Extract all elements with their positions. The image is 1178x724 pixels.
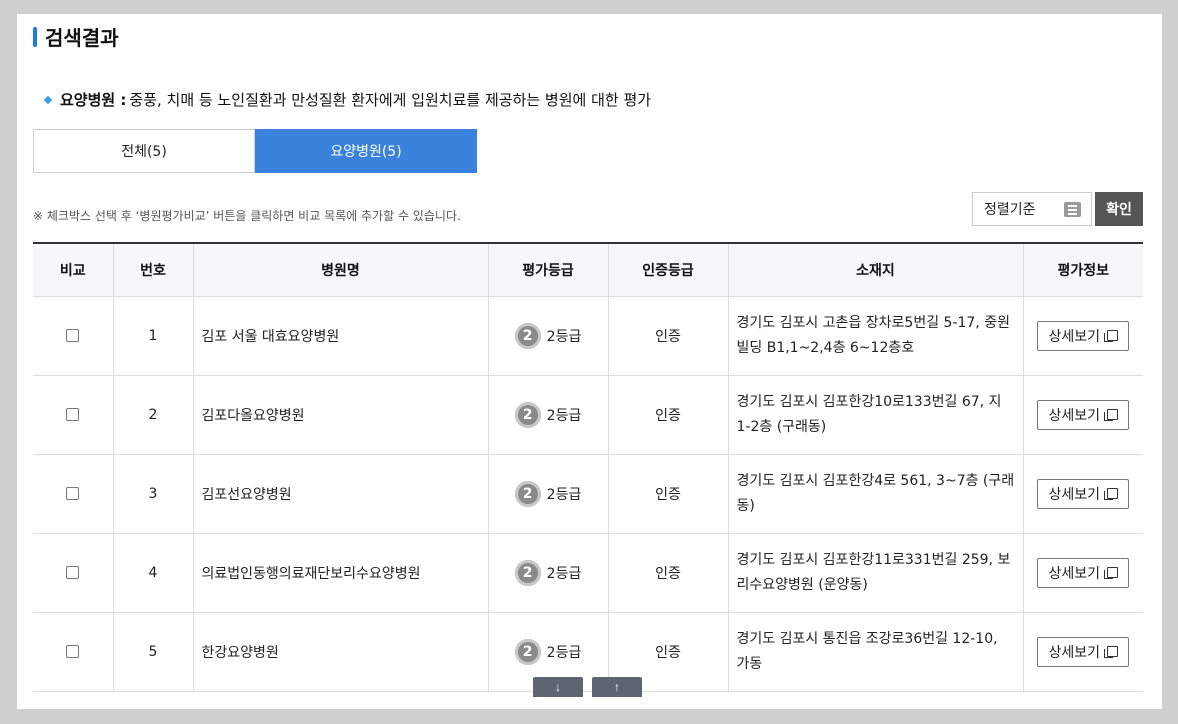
hospital-name: 한강요양병원 — [193, 612, 489, 692]
list-icon — [1064, 202, 1081, 217]
hospital-name: 김포 서울 대효요양병원 — [193, 296, 489, 376]
scroll-down-button[interactable]: ↓ — [533, 677, 583, 697]
new-window-icon — [1104, 487, 1119, 501]
detail-label: 상세보기 — [1048, 565, 1101, 582]
address: 경기도 김포시 통진읍 조강로36번길 12-10, 가동 — [728, 612, 1024, 692]
detail-cell: 상세보기 — [1023, 454, 1143, 534]
compare-cell — [33, 454, 114, 534]
grade-text: 2등급 — [546, 407, 582, 424]
cert-grade: 인증 — [608, 533, 729, 613]
header-cert-grade: 인증등급 — [608, 242, 729, 297]
category-description: 요양병원 : 중풍, 치매 등 노인질환과 만성질환 환자에게 입원치료를 제공… — [43, 89, 652, 110]
grade-text: 2등급 — [546, 565, 582, 582]
search-results-panel: 검색결과 요양병원 : 중풍, 치매 등 노인질환과 만성질환 환자에게 입원치… — [17, 14, 1162, 709]
new-window-icon — [1104, 566, 1119, 580]
grade-badge-icon: 2 — [514, 638, 541, 665]
header-compare: 비교 — [33, 242, 114, 297]
detail-cell: 상세보기 — [1023, 375, 1143, 455]
grade-text: 2등급 — [546, 328, 582, 345]
hospital-name: 의료법인동행의료재단보리수요양병원 — [193, 533, 489, 613]
description-text: 중풍, 치매 등 노인질환과 만성질환 환자에게 입원치료를 제공하는 병원에 … — [129, 91, 652, 109]
detail-label: 상세보기 — [1048, 486, 1101, 503]
category-tabs: 전체(5) 요양병원(5) — [33, 129, 477, 173]
grade-badge-icon: 2 — [514, 401, 541, 428]
hospital-name: 김포다올요양병원 — [193, 375, 489, 455]
compare-cell — [33, 612, 114, 692]
results-table: 비교 번호 병원명 평가등급 인증등급 소재지 평가정보 1 김포 서울 대효요… — [33, 242, 1143, 692]
detail-button[interactable]: 상세보기 — [1037, 478, 1130, 509]
grade-text: 2등급 — [546, 486, 582, 503]
address: 경기도 김포시 고촌읍 장차로5번길 5-17, 중원빌딩 B1,1~2,4층 … — [728, 296, 1024, 376]
compare-checkbox[interactable] — [66, 487, 80, 500]
detail-label: 상세보기 — [1048, 328, 1101, 345]
sort-label: 정렬기준 — [984, 202, 1036, 218]
title-marker — [33, 26, 37, 47]
grade-cell: 2 2등급 — [488, 533, 609, 613]
new-window-icon — [1104, 408, 1119, 422]
table-row: 2 김포다올요양병원 2 2등급 인증 경기도 김포시 김포한강10로133번길 … — [33, 375, 1143, 455]
detail-label: 상세보기 — [1048, 407, 1101, 424]
compare-checkbox[interactable] — [66, 566, 80, 579]
tab-nursing-hospital[interactable]: 요양병원(5) — [255, 129, 477, 173]
address: 경기도 김포시 김포한강4로 561, 3~7층 (구래동) — [728, 454, 1024, 534]
table-row: 1 김포 서울 대효요양병원 2 2등급 인증 경기도 김포시 고촌읍 장차로5번… — [33, 296, 1143, 376]
cert-grade: 인증 — [608, 454, 729, 534]
compare-note: ※ 체크박스 선택 후 ‘병원평가비교’ 버튼을 클릭하면 비교 목록에 추가할… — [33, 209, 461, 223]
header-number: 번호 — [113, 242, 194, 297]
description-label: 요양병원 : — [60, 91, 127, 109]
grade-cell: 2 2등급 — [488, 296, 609, 376]
header-eval-info: 평가정보 — [1023, 242, 1143, 297]
row-number: 2 — [113, 375, 194, 455]
row-number: 1 — [113, 296, 194, 376]
table-header-row: 비교 번호 병원명 평가등급 인증등급 소재지 평가정보 — [33, 242, 1143, 297]
new-window-icon — [1104, 645, 1119, 659]
grade-badge-icon: 2 — [514, 322, 541, 349]
compare-checkbox[interactable] — [66, 408, 80, 421]
detail-button[interactable]: 상세보기 — [1037, 636, 1130, 667]
section-header: 검색결과 — [33, 22, 119, 51]
detail-button[interactable]: 상세보기 — [1037, 320, 1130, 351]
detail-cell: 상세보기 — [1023, 612, 1143, 692]
detail-button[interactable]: 상세보기 — [1037, 557, 1130, 588]
grade-text: 2등급 — [546, 644, 582, 661]
table-row: 5 한강요양병원 2 2등급 인증 경기도 김포시 통진읍 조강로36번길 12-… — [33, 612, 1143, 692]
cert-grade: 인증 — [608, 296, 729, 376]
compare-checkbox[interactable] — [66, 645, 80, 658]
compare-checkbox[interactable] — [66, 329, 80, 342]
grade-badge-icon: 2 — [514, 480, 541, 507]
row-number: 3 — [113, 454, 194, 534]
header-location: 소재지 — [728, 242, 1024, 297]
hospital-name: 김포선요양병원 — [193, 454, 489, 534]
grade-badge-icon: 2 — [514, 559, 541, 586]
bullet-icon — [43, 95, 53, 104]
grade-cell: 2 2등급 — [488, 454, 609, 534]
table-row: 4 의료법인동행의료재단보리수요양병원 2 2등급 인증 경기도 김포시 김포한강… — [33, 533, 1143, 613]
cert-grade: 인증 — [608, 375, 729, 455]
page-title: 검색결과 — [45, 26, 119, 50]
table-row: 3 김포선요양병원 2 2등급 인증 경기도 김포시 김포한강4로 561, 3~… — [33, 454, 1143, 534]
compare-cell — [33, 375, 114, 455]
address: 경기도 김포시 김포한강10로133번길 67, 지1-2층 (구래동) — [728, 375, 1024, 455]
sort-select[interactable]: 정렬기준 — [972, 192, 1092, 226]
header-eval-grade: 평가등급 — [488, 242, 609, 297]
header-hospital-name: 병원명 — [193, 242, 489, 297]
compare-cell — [33, 296, 114, 376]
tab-all[interactable]: 전체(5) — [33, 129, 255, 173]
new-window-icon — [1104, 329, 1119, 343]
grade-cell: 2 2등급 — [488, 375, 609, 455]
address: 경기도 김포시 김포한강11로331번길 259, 보리수요양병원 (운양동) — [728, 533, 1024, 613]
scroll-up-button[interactable]: ↑ — [592, 677, 642, 697]
confirm-button[interactable]: 확인 — [1095, 192, 1143, 226]
row-number: 5 — [113, 612, 194, 692]
compare-cell — [33, 533, 114, 613]
detail-label: 상세보기 — [1048, 644, 1101, 661]
detail-cell: 상세보기 — [1023, 533, 1143, 613]
row-number: 4 — [113, 533, 194, 613]
detail-button[interactable]: 상세보기 — [1037, 399, 1130, 430]
detail-cell: 상세보기 — [1023, 296, 1143, 376]
